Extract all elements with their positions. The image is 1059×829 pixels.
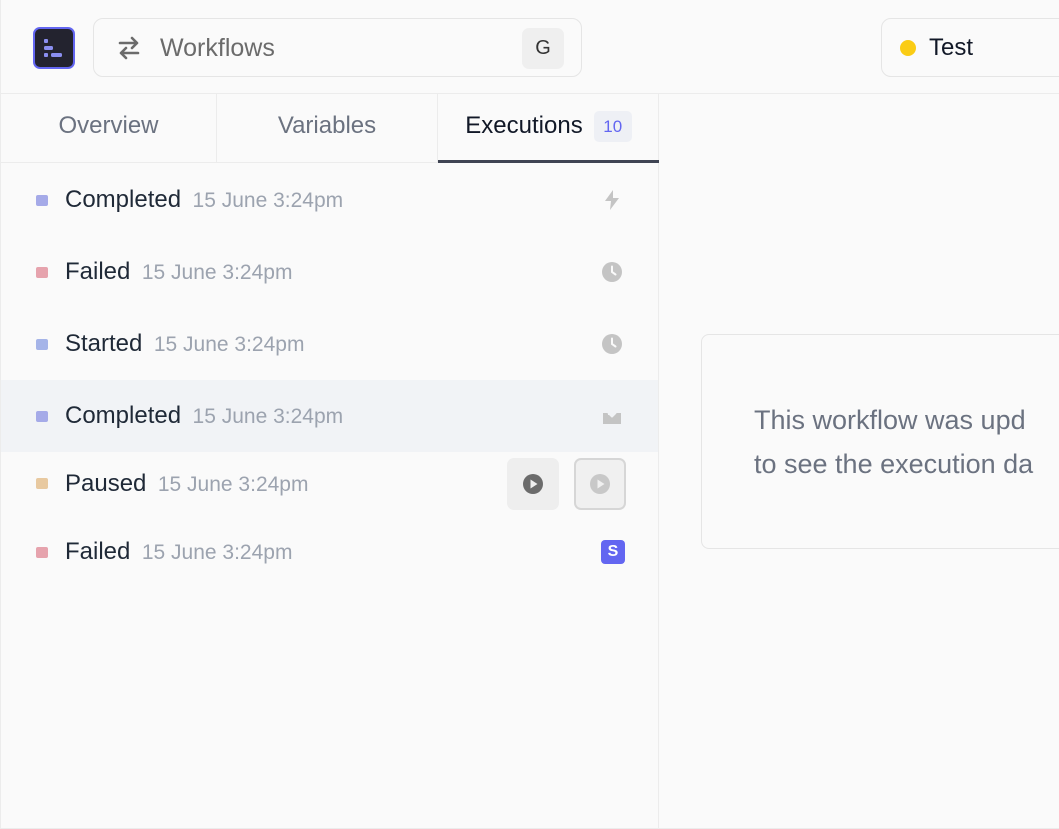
- execution-time: 15 June 3:24pm: [192, 189, 344, 212]
- status-dot: [36, 195, 48, 206]
- execution-time: 15 June 3:24pm: [153, 333, 305, 356]
- tab-overview-label: Overview: [58, 112, 159, 139]
- execution-status: Paused: [65, 470, 147, 497]
- execution-time: 15 June 3:24pm: [192, 405, 344, 428]
- header: Workflows G Test: [1, 0, 1059, 94]
- bolt-icon: [605, 190, 619, 210]
- notice-line-2: to see the execution da: [754, 449, 1034, 479]
- s-badge-icon: S: [601, 540, 625, 564]
- clock-icon: [602, 334, 622, 354]
- execution-row[interactable]: Completed 15 June 3:24pm: [1, 164, 658, 236]
- play-icon: [523, 474, 543, 494]
- environment-selector[interactable]: Test: [881, 18, 1059, 77]
- keyboard-shortcut-badge: G: [522, 28, 564, 69]
- update-notice-card: This workflow was upd to see the executi…: [701, 334, 1059, 549]
- execution-status: Completed: [65, 186, 182, 213]
- notice-line-1: This workflow was upd: [754, 405, 1026, 435]
- active-tab-indicator: [438, 160, 659, 163]
- status-dot: [36, 267, 48, 278]
- tab-executions-label: Executions: [465, 112, 583, 139]
- tab-executions[interactable]: Executions 10: [438, 94, 659, 163]
- execution-status: Failed: [65, 538, 131, 565]
- execution-row[interactable]: Started 15 June 3:24pm: [1, 308, 658, 380]
- execution-status: Failed: [65, 258, 131, 285]
- execution-row[interactable]: Failed 15 June 3:24pm S: [1, 516, 658, 588]
- execution-status: Completed: [65, 402, 182, 429]
- resume-button-focused[interactable]: [574, 458, 626, 510]
- execution-time: 15 June 3:24pm: [141, 541, 293, 564]
- logo-icon: [44, 39, 62, 57]
- play-icon: [590, 474, 610, 494]
- inbox-download-icon: [603, 406, 621, 424]
- resume-button[interactable]: [507, 458, 559, 510]
- execution-time: 15 June 3:24pm: [157, 473, 309, 496]
- status-dot: [36, 547, 48, 558]
- execution-time: 15 June 3:24pm: [141, 261, 293, 284]
- executions-count-badge: 10: [593, 110, 632, 142]
- execution-row[interactable]: Paused 15 June 3:24pm: [1, 452, 658, 516]
- tab-overview[interactable]: Overview: [1, 94, 217, 163]
- execution-row-selected[interactable]: Completed 15 June 3:24pm: [1, 380, 658, 452]
- environment-status-dot: [900, 40, 916, 56]
- status-dot: [36, 478, 48, 489]
- workflow-switcher-label: Workflows: [160, 34, 275, 62]
- status-dot: [36, 411, 48, 422]
- workflow-switcher[interactable]: Workflows G: [93, 18, 582, 77]
- tab-variables-label: Variables: [277, 112, 377, 139]
- swap-arrows-icon: [118, 36, 140, 60]
- environment-label: Test: [929, 34, 974, 61]
- tab-bar: Overview Variables Executions 10: [1, 94, 659, 163]
- execution-row[interactable]: Failed 15 June 3:24pm: [1, 236, 658, 308]
- clock-icon: [602, 262, 622, 282]
- status-dot: [36, 339, 48, 350]
- execution-status: Started: [65, 330, 143, 357]
- app-frame: Workflows G Test Overview Variables Exec…: [0, 0, 1059, 829]
- app-logo[interactable]: [33, 27, 75, 69]
- workflow-sidebar: Overview Variables Executions 10 Complet…: [1, 94, 659, 828]
- tab-variables[interactable]: Variables: [217, 94, 438, 163]
